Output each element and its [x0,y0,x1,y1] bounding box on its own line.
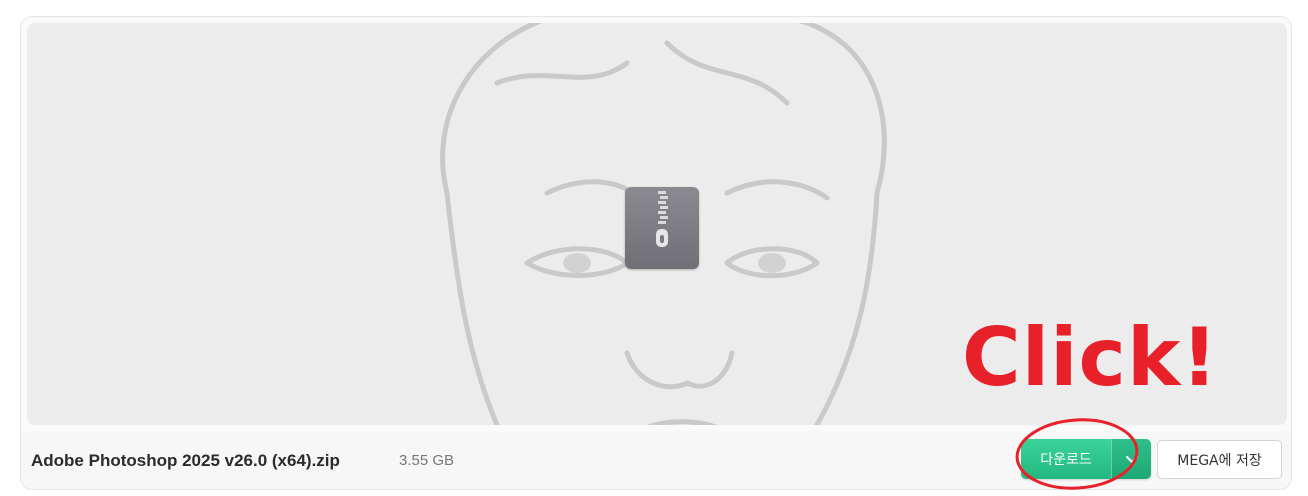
file-card: Adobe Photoshop 2025 v26.0 (x64).zip 3.5… [20,16,1292,490]
file-footer: Adobe Photoshop 2025 v26.0 (x64).zip 3.5… [21,431,1291,489]
download-button[interactable]: 다운로드 [1021,439,1111,479]
file-name: Adobe Photoshop 2025 v26.0 (x64).zip [31,451,340,470]
download-button-group: 다운로드 [1021,439,1151,479]
file-preview [27,23,1287,425]
file-size: 3.55 GB [399,452,455,469]
zip-archive-icon [625,187,699,269]
save-to-mega-button[interactable]: MEGA에 저장 [1157,440,1282,479]
chevron-down-icon [1125,452,1138,467]
download-options-button[interactable] [1111,439,1151,479]
